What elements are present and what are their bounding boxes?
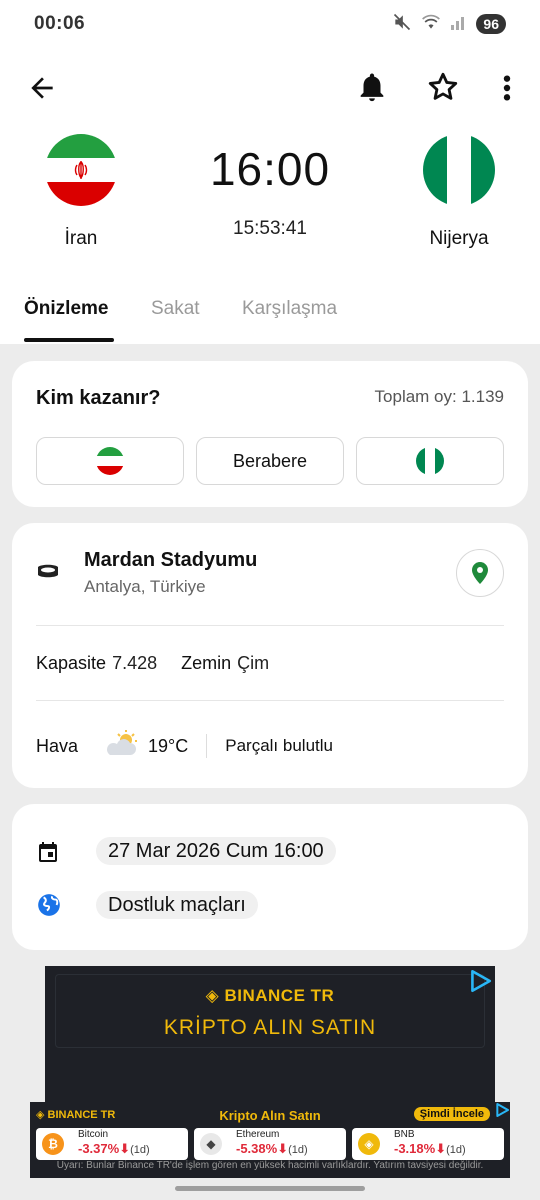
battery-indicator: 96 <box>476 14 506 34</box>
top-app-bar <box>0 68 540 108</box>
bell-icon[interactable] <box>355 70 389 109</box>
adchoices-icon[interactable] <box>494 1102 510 1123</box>
ethereum-icon: ◆ <box>200 1133 222 1155</box>
coin-card-bnb[interactable]: ◈ BNB -3.18%⬇(1d) <box>352 1128 504 1160</box>
poll-card: Kim kazanır? Toplam oy: 1.139 Berabere <box>12 361 528 507</box>
coin-card-ethereum[interactable]: ◆ Ethereum -5.38%⬇(1d) <box>194 1128 346 1160</box>
globe-icon <box>36 892 62 923</box>
ad-footer[interactable]: ◈ BINANCE TR Kripto Alın Satın Şimdi İnc… <box>30 1102 510 1178</box>
surface-label: Zemin <box>181 653 232 673</box>
clock: 00:06 <box>34 13 86 34</box>
ad-cta-button[interactable]: Şimdi İncele <box>413 1107 490 1121</box>
status-bar: 00:06 96 <box>0 0 540 48</box>
competition[interactable]: Dostluk maçları <box>96 891 258 919</box>
temperature: 19°C <box>148 735 189 756</box>
venue-card: Mardan Stadyumu Antalya, Türkiye Kapasit… <box>12 523 528 788</box>
star-icon[interactable] <box>426 70 460 109</box>
divider <box>36 625 504 626</box>
iran-flag-icon <box>45 134 117 206</box>
bnb-icon: ◈ <box>358 1133 380 1155</box>
active-tab-indicator <box>24 338 114 342</box>
coin-name: Bitcoin <box>78 1129 109 1140</box>
venue-name: Mardan Stadyumu <box>84 549 258 571</box>
wifi-icon <box>420 12 442 37</box>
match-details-card: 27 Mar 2026 Cum 16:00 Dostluk maçları <box>12 804 528 950</box>
away-team-name: Nijerya <box>429 228 489 249</box>
coin-change: -5.38%⬇(1d) <box>236 1141 308 1156</box>
mute-icon <box>392 12 412 37</box>
ad-headline: KRİPTO ALIN SATIN <box>163 1016 377 1039</box>
poll-total-votes: Toplam oy: 1.139 <box>374 387 504 406</box>
iran-flag-icon <box>96 447 124 475</box>
home-team-name: İran <box>64 228 98 249</box>
weather-label: Hava <box>36 735 79 756</box>
match-date: 27 Mar 2026 Cum 16:00 <box>96 837 336 865</box>
coin-card-bitcoin[interactable]: ₿ Bitcoin -3.37%⬇(1d) <box>36 1128 188 1160</box>
tab-injuries[interactable]: Sakat <box>151 298 200 320</box>
tab-preview[interactable]: Önizleme <box>24 298 108 320</box>
capacity-label: Kapasite <box>36 653 107 673</box>
nigeria-flag-icon <box>416 447 444 475</box>
stadium-icon <box>36 561 60 586</box>
kickoff-time: 16:00 <box>209 143 331 195</box>
ad-brand: ◈ BINANCE TR <box>205 986 335 1005</box>
poll-title: Kim kazanır? <box>36 387 161 409</box>
vote-away-button[interactable] <box>356 437 504 485</box>
ad-disclaimer: Uyarı: Bunlar Binance TR'de işlem gören … <box>56 1160 484 1171</box>
weather-condition: Parçalı bulutlu <box>225 736 333 755</box>
adchoices-icon[interactable] <box>467 968 493 999</box>
gesture-nav-bar[interactable] <box>175 1186 365 1191</box>
home-team[interactable]: İran <box>16 134 146 250</box>
tab-head-to-head[interactable]: Karşılaşma <box>242 298 337 320</box>
venue-location: Antalya, Türkiye <box>84 577 206 596</box>
status-icons: 96 <box>392 12 506 37</box>
signal-icon <box>450 13 468 36</box>
away-team[interactable]: Nijerya <box>394 134 524 250</box>
ad-brand-text: BINANCE TR <box>224 986 335 1005</box>
match-header: İran 16:00 15:53:41 Nijerya Önizleme Sak… <box>0 48 540 344</box>
venue-stats-row: Kapasite 7.428 Zemin Çim <box>36 653 269 674</box>
back-arrow-icon[interactable] <box>26 72 58 109</box>
bitcoin-icon: ₿ <box>42 1133 64 1155</box>
capacity-value: 7.428 <box>112 653 158 673</box>
coin-name: Ethereum <box>236 1129 280 1140</box>
vote-home-button[interactable] <box>36 437 184 485</box>
divider <box>36 700 504 701</box>
countdown-timer: 15:53:41 <box>233 218 307 239</box>
partly-cloudy-icon <box>104 729 142 764</box>
tab-bar: Önizleme Sakat Karşılaşma <box>0 294 540 344</box>
separator <box>206 734 208 758</box>
weather-row: Hava 19°C Parçalı bulutlu <box>36 729 333 764</box>
coin-name: BNB <box>394 1129 415 1140</box>
match-time-block: 16:00 15:53:41 <box>170 142 370 240</box>
vote-draw-button[interactable]: Berabere <box>196 437 344 485</box>
surface-value: Çim <box>237 653 270 673</box>
map-pin-icon <box>472 562 488 584</box>
map-pin-button[interactable] <box>456 549 504 597</box>
coin-change: -3.18%⬇(1d) <box>394 1141 466 1156</box>
nigeria-flag-icon <box>423 134 495 206</box>
calendar-icon <box>36 840 60 869</box>
coin-change: -3.37%⬇(1d) <box>78 1141 150 1156</box>
ad-banner[interactable]: ◈ BINANCE TR KRİPTO ALIN SATIN <box>45 966 495 1106</box>
more-vert-icon[interactable] <box>496 72 518 109</box>
